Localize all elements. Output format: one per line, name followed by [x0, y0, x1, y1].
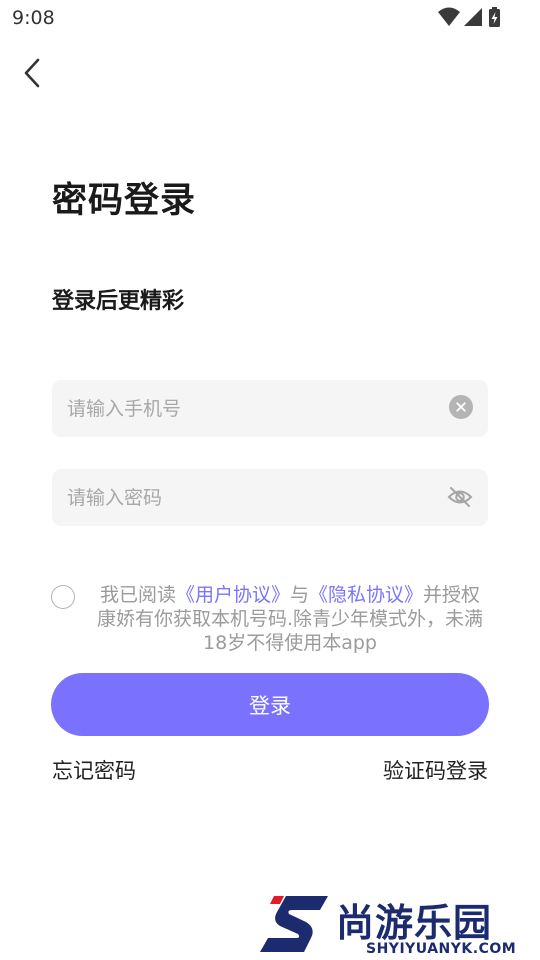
watermark-name: 尚游乐园 — [336, 901, 493, 945]
password-field — [52, 469, 488, 526]
status-bar: 9:08 — [0, 0, 540, 36]
password-input[interactable] — [67, 469, 427, 526]
system-indicators — [438, 7, 500, 27]
brand-s-logo-icon — [260, 896, 328, 952]
phone-input[interactable] — [67, 380, 427, 437]
forgot-password-link[interactable]: 忘记密码 — [52, 755, 136, 785]
wifi-icon — [438, 7, 460, 26]
clear-button[interactable] — [449, 395, 473, 419]
page-title: 密码登录 — [52, 181, 197, 221]
eye-off-icon — [447, 487, 473, 507]
status-icons — [438, 6, 502, 30]
page-subtitle: 登录后更精彩 — [52, 289, 185, 314]
user-agreement-link[interactable]: 《用户协议》 — [176, 584, 290, 606]
battery-charging-icon — [489, 7, 500, 27]
phone-field — [52, 380, 488, 437]
code-login-link[interactable]: 验证码登录 — [383, 755, 488, 785]
toggle-visibility-button[interactable] — [446, 485, 474, 509]
cellular-signal-icon — [464, 8, 482, 26]
back-button[interactable] — [16, 56, 50, 90]
login-button[interactable]: 登录 — [51, 673, 489, 736]
chevron-left-icon — [24, 58, 40, 88]
agreement-conjunction: 与 — [289, 584, 309, 606]
watermark-logo: 尚游乐园 SHYIYUANYK.COM — [258, 890, 540, 960]
privacy-policy-link[interactable]: 《隐私协议》 — [309, 584, 423, 606]
status-time: 9:08 — [12, 7, 55, 29]
clear-circle-icon — [449, 395, 473, 419]
agreement-checkbox[interactable] — [51, 585, 75, 609]
agreement-text: 我已阅读《用户协议》与《隐私协议》并授权康娇有你获取本机号码.除青少年模式外，未… — [94, 583, 486, 655]
agreement-prefix: 我已阅读 — [99, 584, 176, 606]
watermark-url: SHYIYUANYK.COM — [366, 941, 517, 957]
